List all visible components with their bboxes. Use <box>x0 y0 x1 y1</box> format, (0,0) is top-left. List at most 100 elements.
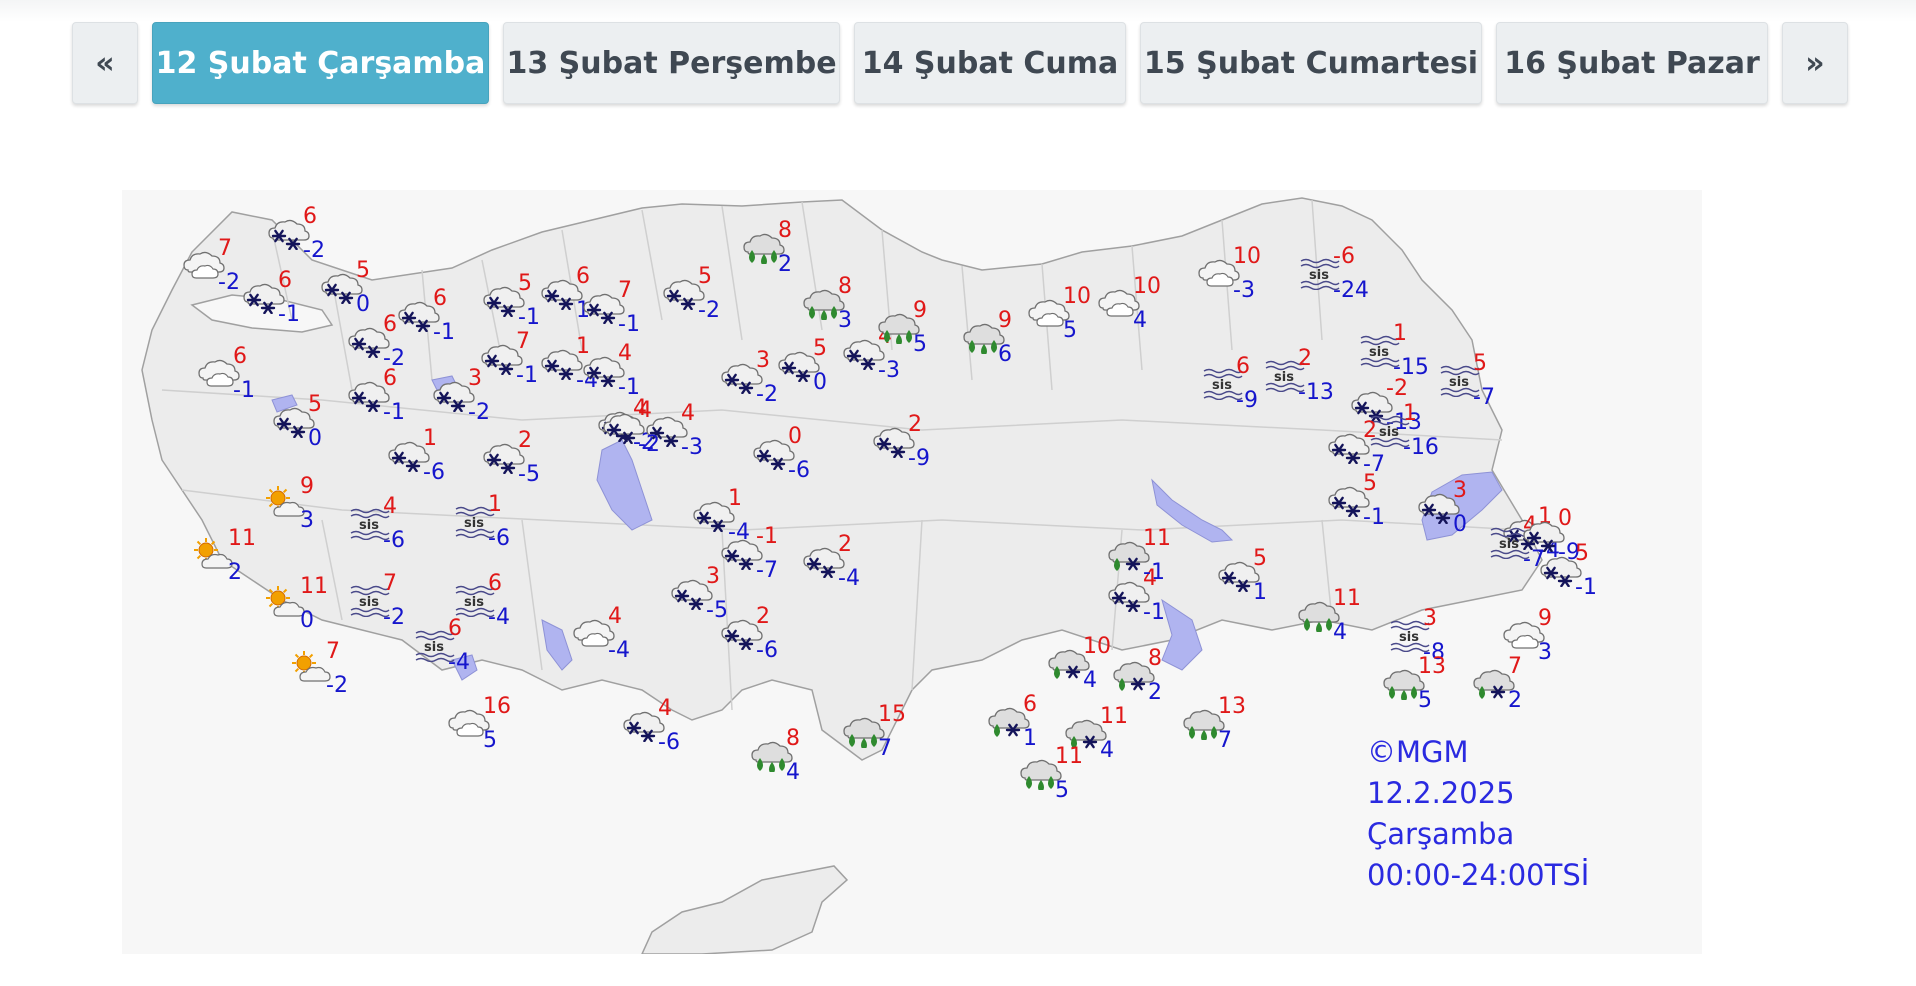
forecast-date: 12.2.2025 <box>1367 776 1515 810</box>
svg-text:sis: sis <box>464 595 484 610</box>
min-temperature: -16 <box>1403 435 1439 460</box>
min-temperature: -1 <box>1143 600 1165 625</box>
max-temperature: 11 <box>1143 526 1171 551</box>
svg-text:sis: sis <box>1449 375 1469 390</box>
min-temperature: 3 <box>300 508 314 533</box>
station-marker: 2 -4 <box>803 532 860 591</box>
next-day-button[interactable]: » <box>1782 22 1848 104</box>
max-temperature: 6 <box>303 204 317 229</box>
map-credits: ©MGM 12.2.2025 Çarşamba 00:00-24:00TSİ <box>1367 732 1589 896</box>
min-temperature: 0 <box>356 292 370 317</box>
max-temperature: 9 <box>1538 606 1552 631</box>
station-marker: 6 -2 <box>268 204 325 263</box>
tab-day-5[interactable]: 16 Şubat Pazar <box>1496 22 1768 104</box>
max-temperature: -6 <box>1333 244 1355 269</box>
min-temperature: -9 <box>1236 388 1258 413</box>
min-temperature: 7 <box>878 736 892 761</box>
min-temperature: 3 <box>838 308 852 333</box>
station-marker: sis 3 -8 <box>1390 606 1445 665</box>
tab-day-4[interactable]: 15 Şubat Cumartesi <box>1140 22 1482 104</box>
station-marker: sis 6 -4 <box>455 571 510 630</box>
station-marker: 2 -7 <box>1328 418 1385 477</box>
max-temperature: 10 <box>1133 274 1161 299</box>
max-temperature: 5 <box>356 258 370 283</box>
min-temperature: 4 <box>1133 308 1147 333</box>
max-temperature: -2 <box>1386 376 1408 401</box>
svg-text:sis: sis <box>1369 345 1389 360</box>
min-temperature: 0 <box>1453 512 1467 537</box>
tab-day-1[interactable]: 12 Şubat Çarşamba <box>152 22 489 104</box>
station-marker: 72 <box>1473 654 1522 713</box>
station-marker: 4 -1 <box>1108 566 1165 625</box>
max-temperature: 3 <box>706 564 720 589</box>
station-marker: 4 -6 <box>623 696 680 755</box>
station-marker: sis 4 -6 <box>350 494 405 553</box>
max-temperature: 7 <box>618 278 632 303</box>
min-temperature: 5 <box>913 332 927 357</box>
max-temperature: 5 <box>1575 541 1589 566</box>
station-marker: 82 <box>743 218 792 277</box>
station-marker: 61 <box>541 264 590 323</box>
station-marker: 6 -1 <box>243 268 300 327</box>
tab-day-2[interactable]: 13 Şubat Perşembe <box>503 22 840 104</box>
svg-text:sis: sis <box>1309 268 1329 283</box>
station-marker: 6 -1 <box>398 286 455 345</box>
forecast-day: Çarşamba <box>1367 817 1515 851</box>
station-marker: 5 -2 <box>663 264 720 323</box>
max-temperature: 6 <box>576 264 590 289</box>
station-marker: 4-3 <box>843 324 900 383</box>
min-temperature: -6 <box>383 528 405 553</box>
max-temperature: 10 <box>1233 244 1261 269</box>
min-temperature: -4 <box>448 650 470 675</box>
min-temperature: -7 <box>756 558 778 583</box>
min-temperature: -5 <box>518 462 540 487</box>
svg-text:sis: sis <box>359 518 379 533</box>
svg-text:sis: sis <box>424 640 444 655</box>
min-temperature: 2 <box>1508 688 1522 713</box>
station-marker: 16 5 <box>448 694 511 753</box>
station-marker: 1 -4 <box>693 486 750 545</box>
station-marker: 11 -1 <box>1108 526 1171 585</box>
max-temperature: 1 <box>1403 401 1417 426</box>
station-marker: 96 <box>963 308 1012 367</box>
max-temperature: 13 <box>1418 654 1446 679</box>
max-temperature: 6 <box>1023 692 1037 717</box>
station-marker: 5 -1 <box>483 271 540 330</box>
prev-day-button[interactable]: « <box>72 22 138 104</box>
station-marker: 30 <box>1418 478 1467 537</box>
svg-text:sis: sis <box>1274 370 1294 385</box>
max-temperature: 6 <box>433 286 447 311</box>
max-temperature: 6 <box>488 571 502 596</box>
max-temperature: 8 <box>778 218 792 243</box>
min-temperature: 2 <box>1148 680 1162 705</box>
max-temperature: 9 <box>998 308 1012 333</box>
station-marker: 2 -6 <box>721 604 778 663</box>
station-marker: 7 -1 <box>481 329 538 388</box>
max-temperature: 8 <box>838 274 852 299</box>
max-temperature: 6 <box>278 268 292 293</box>
station-marker: sis 6 -9 <box>1203 354 1258 413</box>
min-temperature: -2 <box>218 270 240 295</box>
max-temperature: 2 <box>756 604 770 629</box>
station-marker: 15 7 <box>843 702 906 761</box>
tab-day-3[interactable]: 14 Şubat Cuma <box>854 22 1126 104</box>
min-temperature: -1 <box>1575 575 1597 600</box>
station-marker: 93 <box>266 474 314 533</box>
station-marker: sis 6 -4 <box>415 616 470 675</box>
min-temperature: 1 <box>1023 726 1037 751</box>
min-temperature: -4 <box>488 605 510 630</box>
min-temperature: -6 <box>658 730 680 755</box>
station-marker: 11 4 <box>1065 704 1128 763</box>
station-marker: sis 2 -13 <box>1265 346 1334 405</box>
min-temperature: -4 <box>608 638 630 663</box>
max-temperature: 5 <box>308 392 322 417</box>
min-temperature: -6 <box>788 458 810 483</box>
min-temperature: -1 <box>516 363 538 388</box>
station-marker: 1 -6 <box>388 426 445 485</box>
min-temperature: 5 <box>483 728 497 753</box>
max-temperature: 5 <box>698 264 712 289</box>
min-temperature: 0 <box>813 370 827 395</box>
max-temperature: 10 <box>1083 634 1111 659</box>
min-temperature: -1 <box>233 378 255 403</box>
max-temperature: -1 <box>756 524 778 549</box>
